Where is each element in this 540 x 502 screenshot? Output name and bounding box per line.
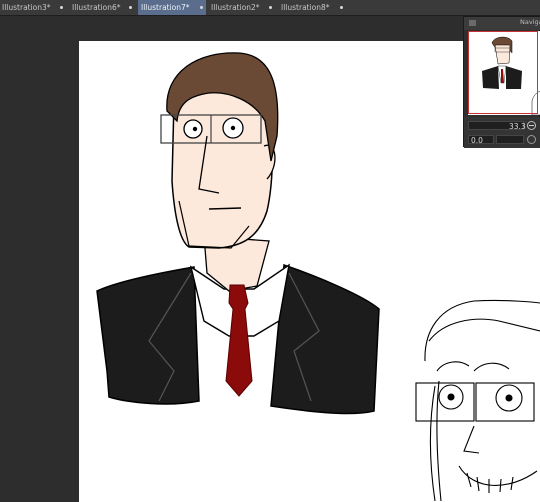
suit-jacket-left: [96, 266, 200, 405]
suit-jacket-right: [270, 263, 380, 415]
tab-illustration8[interactable]: Illustration8*: [276, 0, 348, 15]
tab-label: Illustration2*: [211, 3, 260, 12]
necktie: [225, 284, 253, 397]
tab-label: Illustration6*: [72, 3, 121, 12]
tab-illustration6[interactable]: Illustration6*: [68, 0, 136, 15]
rotation-field[interactable]: 0.0: [468, 135, 494, 145]
rotation-slider[interactable]: [496, 135, 524, 144]
tab-illustration3[interactable]: Illustration3*: [0, 0, 68, 15]
navigator-header: Navigat: [464, 17, 540, 30]
rotation-value: 0.0: [471, 136, 483, 145]
tab-illustration2[interactable]: Illustration2*: [206, 0, 276, 15]
tab-illustration7[interactable]: Illustration7*: [138, 0, 206, 15]
secondary-sketch: [415, 299, 540, 502]
close-icon[interactable]: [340, 6, 343, 9]
zoom-slider[interactable]: 33.3: [468, 121, 526, 131]
menu-icon[interactable]: [469, 20, 476, 26]
navigator-panel: Navigat 33.3 0.0: [463, 16, 540, 148]
view-frame[interactable]: [468, 31, 538, 114]
navigator-controls: 33.3 0.0: [464, 117, 540, 148]
close-icon[interactable]: [269, 6, 272, 9]
tab-label: Illustration8*: [281, 3, 330, 12]
close-icon[interactable]: [129, 6, 132, 9]
zoom-out-icon[interactable]: [527, 121, 536, 130]
navigator-preview[interactable]: [468, 31, 540, 115]
close-icon[interactable]: [200, 6, 203, 9]
tab-label: Illustration7*: [141, 3, 190, 12]
tab-label: Illustration3*: [2, 3, 51, 12]
rotate-reset-icon[interactable]: [527, 135, 536, 144]
close-icon[interactable]: [60, 6, 63, 9]
zoom-value: 33.3: [509, 122, 526, 131]
document-tab-bar: Illustration3* Illustration6* Illustrati…: [0, 0, 540, 16]
navigator-title: Navigat: [520, 18, 540, 26]
